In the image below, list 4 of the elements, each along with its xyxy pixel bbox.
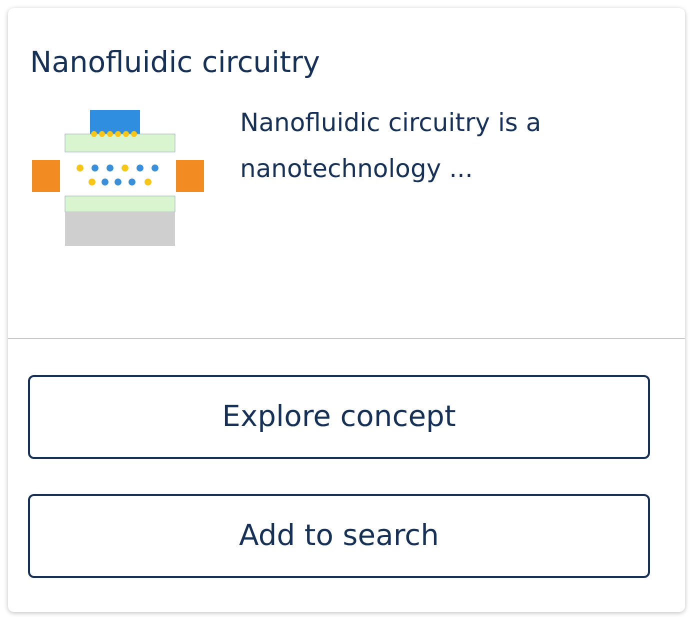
card-description: Nanofluidic circuitry is a nanotechnology ... xyxy=(240,107,542,185)
action-button[interactable]: Explore concept xyxy=(28,375,650,459)
action-button[interactable]: Add to search xyxy=(28,494,650,578)
card-title: Nanofluidic circuitry xyxy=(30,44,320,81)
